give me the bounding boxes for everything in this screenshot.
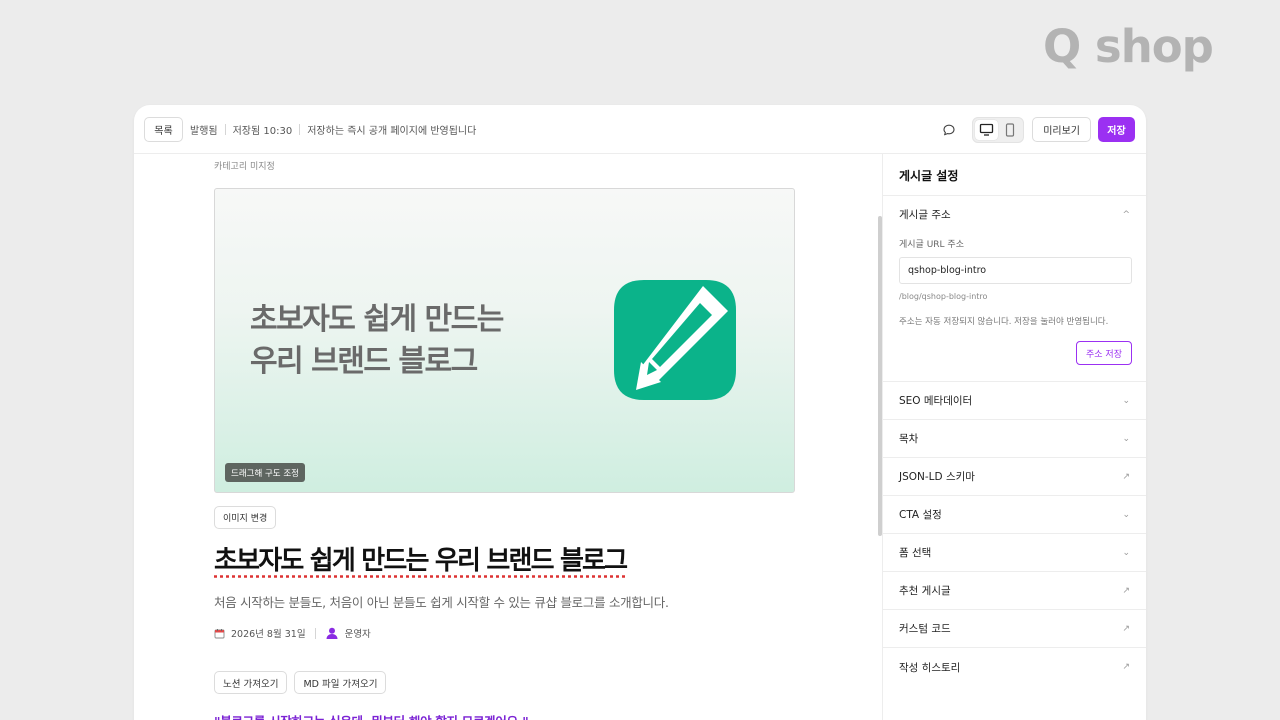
publish-status: 발행됨 저장됨 10:30 저장하는 즉시 공개 페이지에 반영됩니다 bbox=[190, 122, 476, 137]
hero-image[interactable]: 초보자도 쉽게 만드는 우리 브랜드 블로그 드래그해 구도 조정 bbox=[214, 188, 795, 493]
url-path-preview: /blog/qshop-blog-intro bbox=[899, 292, 988, 301]
panel-title: 게시글 설정 bbox=[883, 154, 1146, 196]
chevron-down-icon: ⌄ bbox=[1122, 395, 1130, 406]
post-quote[interactable]: "블로그를 시작하고는 싶은데, 뭐부터 해야 할지 모르겠어요." bbox=[214, 711, 529, 720]
post-subtitle[interactable]: 처음 시작하는 분들도, 처음이 아닌 분들도 쉽게 시작할 수 있는 큐샵 블… bbox=[214, 592, 669, 611]
url-helper-text: 주소는 자동 저장되지 않습니다. 저장을 눌러야 반영됩니다. bbox=[899, 317, 1109, 327]
url-input[interactable] bbox=[899, 257, 1132, 284]
desktop-icon[interactable] bbox=[975, 119, 999, 140]
panel-row-form[interactable]: 폼 선택 ⌄ bbox=[883, 534, 1146, 572]
panel-row-toc[interactable]: 목차 ⌄ bbox=[883, 420, 1146, 458]
panel-row-cta[interactable]: CTA 설정 ⌄ bbox=[883, 496, 1146, 534]
import-actions: 노션 가져오기 MD 파일 가져오기 bbox=[214, 671, 387, 694]
settings-panel: 게시글 설정 게시글 주소 ^ 게시글 URL 주소 /blog/qshop-b… bbox=[882, 154, 1146, 720]
save-url-button[interactable]: 주소 저장 bbox=[1076, 341, 1132, 365]
panel-row-label: 추천 게시글 bbox=[899, 585, 951, 597]
url-section-body: 게시글 URL 주소 /blog/qshop-blog-intro 주소는 자동… bbox=[883, 237, 1146, 381]
device-toggle bbox=[972, 116, 1025, 143]
post-date[interactable]: 2026년 8월 31일 bbox=[231, 626, 306, 640]
post-author[interactable]: 운영자 bbox=[345, 626, 371, 640]
category-label[interactable]: 카테고리 미지정 bbox=[214, 159, 275, 172]
external-link-icon: ↗ bbox=[1122, 471, 1130, 482]
panel-row-jsonld[interactable]: JSON-LD 스키마 ↗ bbox=[883, 458, 1146, 496]
chevron-up-icon: ^ bbox=[1122, 209, 1130, 220]
panel-row-recommended[interactable]: 추천 게시글 ↗ bbox=[883, 572, 1146, 610]
user-icon bbox=[325, 626, 339, 640]
editor-canvas[interactable]: 카테고리 미지정 초보자도 쉽게 만드는 우리 브랜드 블로그 드래그해 구도 … bbox=[134, 154, 882, 720]
panel-row-label: 폼 선택 bbox=[899, 547, 932, 559]
panel-row-label: SEO 메타데이터 bbox=[899, 395, 973, 407]
divider bbox=[224, 124, 226, 135]
status-saved: 저장됨 10:30 bbox=[232, 126, 293, 137]
status-note: 저장하는 즉시 공개 페이지에 반영됩니다 bbox=[307, 126, 477, 137]
panel-row-custom-code[interactable]: 커스텀 코드 ↗ bbox=[883, 610, 1146, 648]
import-notion-button[interactable]: 노션 가져오기 bbox=[214, 671, 288, 694]
chevron-down-icon: ⌄ bbox=[1122, 433, 1130, 444]
edit-pencil-icon bbox=[614, 280, 736, 400]
panel-row-label: 목차 bbox=[899, 433, 919, 445]
preview-button[interactable]: 미리보기 bbox=[1032, 117, 1091, 142]
panel-row-label: JSON-LD 스키마 bbox=[899, 471, 975, 483]
hero-title: 초보자도 쉽게 만드는 우리 브랜드 블로그 bbox=[250, 299, 504, 383]
external-link-icon: ↗ bbox=[1122, 623, 1130, 634]
panel-row-label: 작성 히스토리 bbox=[899, 661, 961, 674]
top-toolbar: 목록 발행됨 저장됨 10:30 저장하는 즉시 공개 페이지에 반영됩니다 미… bbox=[134, 105, 1146, 154]
change-image-button[interactable]: 이미지 변경 bbox=[214, 506, 277, 529]
panel-row-label: CTA 설정 bbox=[899, 509, 942, 521]
chevron-down-icon: ⌄ bbox=[1122, 547, 1130, 558]
url-field-label: 게시글 URL 주소 bbox=[899, 240, 964, 250]
external-link-icon: ↗ bbox=[1122, 585, 1130, 596]
calendar-icon bbox=[214, 628, 225, 639]
hero-title-line2: 우리 브랜드 블로그 bbox=[250, 344, 478, 379]
url-section: 게시글 주소 ^ 게시글 URL 주소 /blog/qshop-blog-int… bbox=[883, 196, 1146, 382]
toolbar-actions: 미리보기 저장 bbox=[938, 116, 1135, 143]
external-link-icon: ↗ bbox=[1122, 662, 1130, 672]
panel-row-label: 커스텀 코드 bbox=[899, 623, 951, 635]
post-title[interactable]: 초보자도 쉽게 만드는 우리 브랜드 블로그 bbox=[214, 540, 628, 577]
import-md-button[interactable]: MD 파일 가져오기 bbox=[294, 671, 387, 694]
comment-icon[interactable] bbox=[938, 119, 960, 141]
panel-row-seo[interactable]: SEO 메타데이터 ⌄ bbox=[883, 382, 1146, 420]
url-section-title: 게시글 주소 bbox=[899, 209, 951, 221]
url-section-header[interactable]: 게시글 주소 ^ bbox=[883, 196, 1146, 233]
divider bbox=[299, 124, 301, 135]
editor-window: 목록 발행됨 저장됨 10:30 저장하는 즉시 공개 페이지에 반영됩니다 미… bbox=[134, 105, 1146, 720]
mobile-icon[interactable] bbox=[998, 120, 1021, 140]
chevron-down-icon: ⌄ bbox=[1122, 509, 1130, 520]
save-button[interactable]: 저장 bbox=[1098, 117, 1135, 142]
drag-reposition-chip[interactable]: 드래그해 구도 조정 bbox=[225, 463, 305, 482]
hero-title-line1: 초보자도 쉽게 만드는 bbox=[250, 302, 504, 337]
divider bbox=[314, 627, 316, 639]
brand-logo: Q shop bbox=[1043, 20, 1214, 73]
post-meta: 2026년 8월 31일 운영자 bbox=[214, 626, 371, 640]
url-save-wrap: 주소 저장 bbox=[899, 341, 1132, 365]
status-published: 발행됨 bbox=[190, 126, 218, 137]
list-button[interactable]: 목록 bbox=[144, 117, 183, 142]
panel-row-history[interactable]: 작성 히스토리 ↗ bbox=[883, 648, 1146, 686]
